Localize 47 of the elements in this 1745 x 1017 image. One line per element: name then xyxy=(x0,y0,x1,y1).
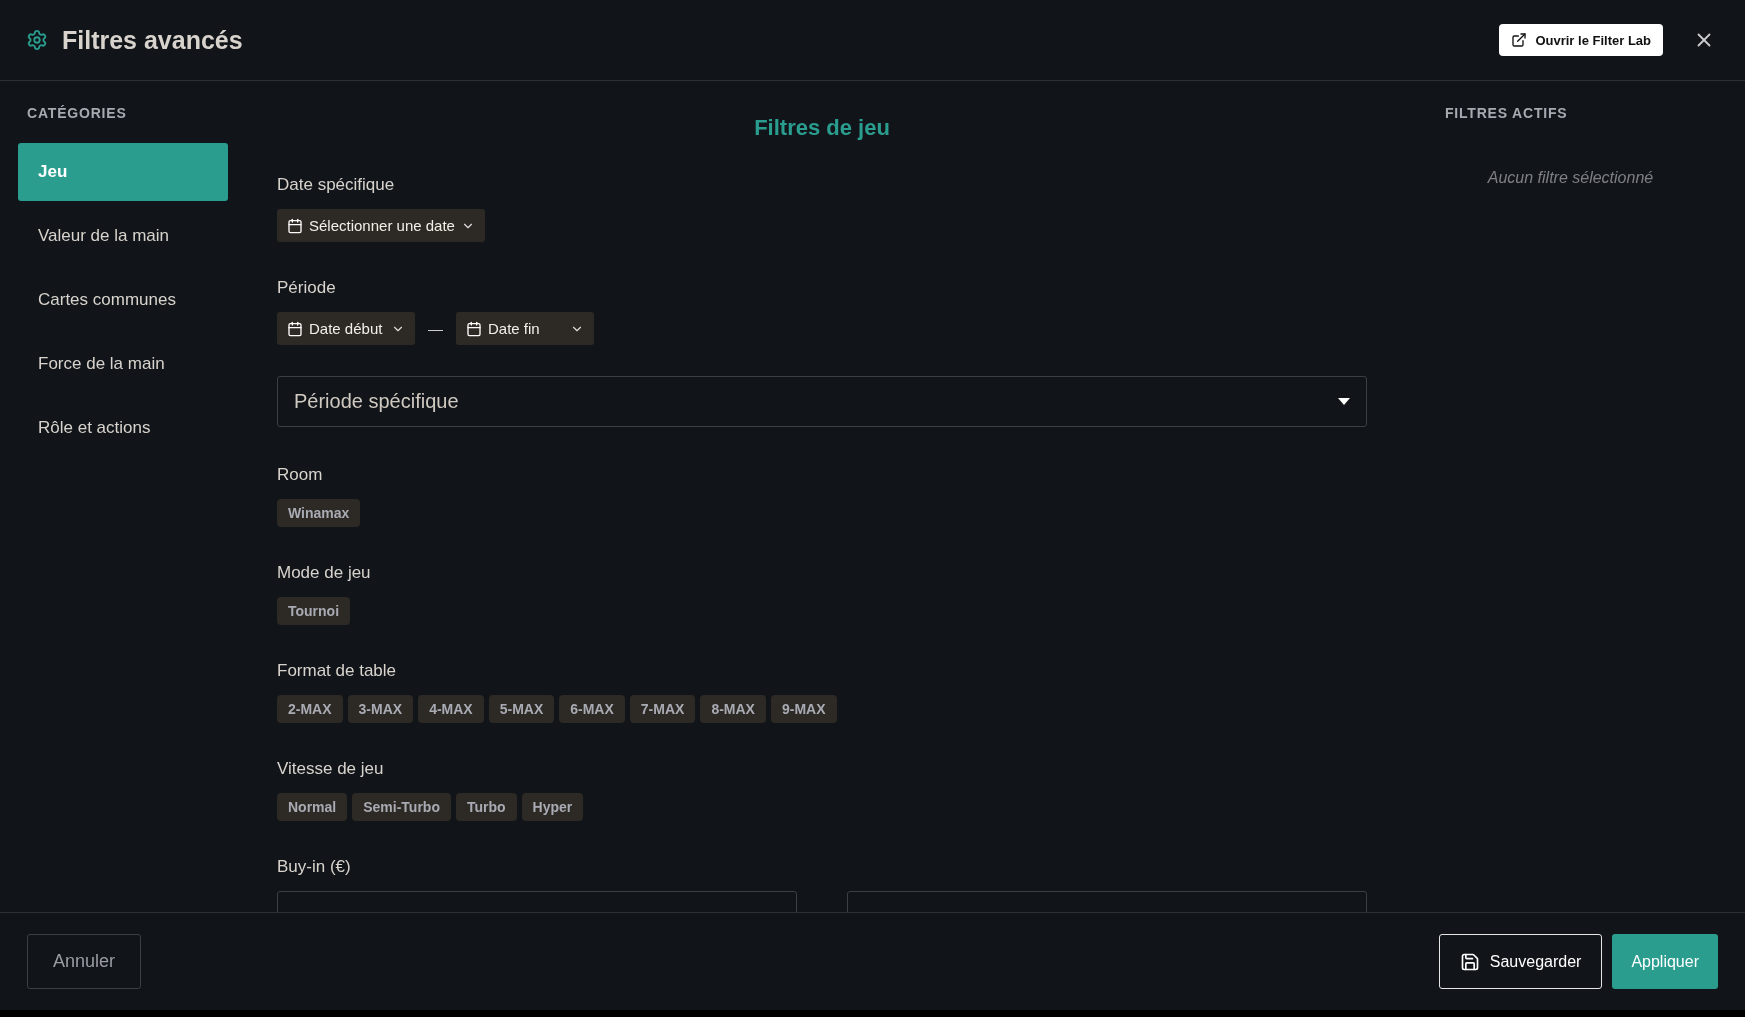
filter-chip[interactable]: 5-MAX xyxy=(488,695,555,723)
field-label: Buy-in (€) xyxy=(277,857,352,877)
cancel-button[interactable]: Annuler xyxy=(27,934,142,989)
filter-chip[interactable]: 9-MAX xyxy=(770,695,837,723)
calendar-icon xyxy=(287,217,303,234)
filter-chip[interactable]: Semi-Turbo xyxy=(352,793,451,821)
range-separator: — xyxy=(427,320,444,337)
sidebar-item[interactable]: Jeu xyxy=(18,143,228,201)
filter-chip[interactable]: Tournoi xyxy=(277,597,351,625)
filter-chip[interactable]: 3-MAX xyxy=(347,695,414,723)
calendar-icon xyxy=(466,320,482,337)
window-title: Filtres avancés xyxy=(62,25,244,55)
sidebar-item[interactable]: Valeur de la main xyxy=(18,207,228,265)
field-label: Vitesse de jeu xyxy=(277,759,385,779)
field-label: Date spécifique xyxy=(277,175,396,195)
filter-chip[interactable]: Turbo xyxy=(456,793,517,821)
sidebar-item[interactable]: Force de la main xyxy=(18,335,228,393)
field-label: Format de table xyxy=(277,661,398,681)
period-select[interactable]: Période spécifique xyxy=(277,376,1367,427)
apply-button[interactable]: Appliquer xyxy=(1612,934,1718,989)
sidebar-item[interactable]: Cartes communes xyxy=(18,271,228,329)
filter-chip[interactable]: 2-MAX xyxy=(277,695,343,723)
field-label: Room xyxy=(277,465,324,485)
date-dropdown[interactable]: Date début xyxy=(277,312,415,345)
filter-chip[interactable]: Winamax xyxy=(277,499,361,527)
filter-chip[interactable]: Hyper xyxy=(521,793,584,821)
empty-message: Aucun filtre sélectionné xyxy=(1486,169,1655,187)
calendar-icon xyxy=(287,320,303,337)
filter-lab-button[interactable]: Ouvrir le Filter Lab xyxy=(1499,24,1663,56)
save-button[interactable]: Sauvegarder xyxy=(1438,934,1603,989)
field-label: Période xyxy=(277,278,337,298)
settings-icon xyxy=(26,29,48,51)
date-dropdown[interactable]: Sélectionner une date xyxy=(277,209,485,242)
filter-chip[interactable]: 7-MAX xyxy=(629,695,696,723)
filter-chip[interactable]: Normal xyxy=(277,793,348,821)
filter-chip[interactable]: 6-MAX xyxy=(559,695,625,723)
sidebar-heading: CATÉGORIES xyxy=(26,105,128,121)
sidebar-item[interactable]: Rôle et actions xyxy=(18,399,228,457)
external-link-icon xyxy=(1511,32,1528,48)
date-dropdown[interactable]: Date fin xyxy=(456,312,594,345)
filter-chip[interactable]: 8-MAX xyxy=(700,695,766,723)
section-heading: Filtres de jeu xyxy=(753,115,891,141)
panel-heading: FILTRES ACTIFS xyxy=(1444,105,1569,121)
field-label: Mode de jeu xyxy=(277,563,372,583)
save-icon xyxy=(1459,951,1480,972)
caret-icon xyxy=(1338,398,1350,405)
filter-chip[interactable]: 4-MAX xyxy=(418,695,484,723)
